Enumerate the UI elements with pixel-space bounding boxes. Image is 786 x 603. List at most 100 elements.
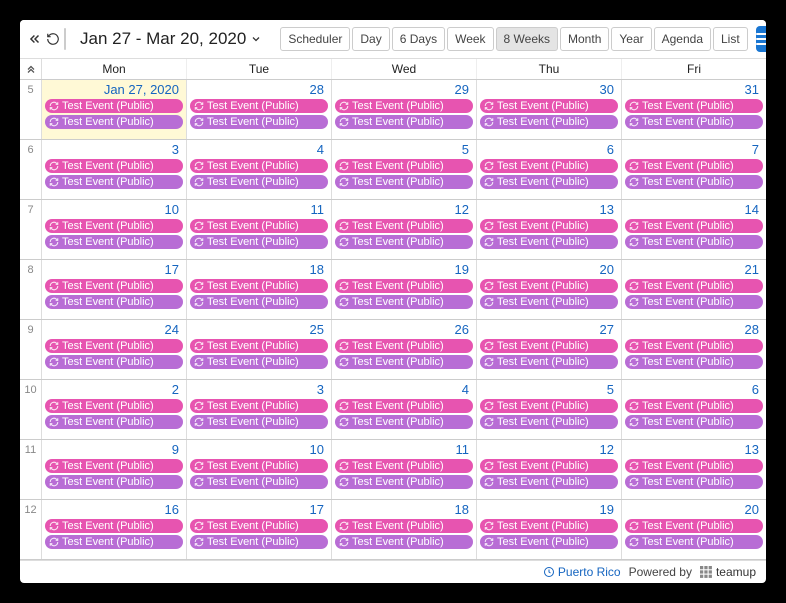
event-purple[interactable]: Test Event (Public) (625, 415, 763, 429)
event-pink[interactable]: Test Event (Public) (335, 99, 473, 113)
day-cell[interactable]: 18Test Event (Public)Test Event (Public) (332, 500, 477, 559)
event-pink[interactable]: Test Event (Public) (190, 459, 328, 473)
day-cell[interactable]: 5Test Event (Public)Test Event (Public) (332, 140, 477, 199)
view-tab-day[interactable]: Day (352, 27, 389, 51)
event-purple[interactable]: Test Event (Public) (335, 355, 473, 369)
day-cell[interactable]: 25Test Event (Public)Test Event (Public) (187, 320, 332, 379)
event-purple[interactable]: Test Event (Public) (190, 235, 328, 249)
event-pink[interactable]: Test Event (Public) (335, 279, 473, 293)
event-purple[interactable]: Test Event (Public) (625, 175, 763, 189)
day-cell[interactable]: 20Test Event (Public)Test Event (Public) (477, 260, 622, 319)
day-cell[interactable]: 9Test Event (Public)Test Event (Public) (42, 440, 187, 499)
event-purple[interactable]: Test Event (Public) (190, 295, 328, 309)
event-pink[interactable]: Test Event (Public) (190, 279, 328, 293)
day-cell[interactable]: 31Test Event (Public)Test Event (Public) (622, 80, 766, 139)
date-range-label[interactable]: Jan 27 - Mar 20, 2020 (70, 29, 272, 49)
day-cell[interactable]: 20Test Event (Public)Test Event (Public) (622, 500, 766, 559)
view-tab-week[interactable]: Week (447, 27, 493, 51)
event-pink[interactable]: Test Event (Public) (190, 219, 328, 233)
event-purple[interactable]: Test Event (Public) (625, 475, 763, 489)
prev-button[interactable] (65, 31, 66, 47)
event-pink[interactable]: Test Event (Public) (335, 159, 473, 173)
event-purple[interactable]: Test Event (Public) (335, 235, 473, 249)
day-cell[interactable]: 21Test Event (Public)Test Event (Public) (622, 260, 766, 319)
event-pink[interactable]: Test Event (Public) (480, 339, 618, 353)
event-purple[interactable]: Test Event (Public) (45, 535, 183, 549)
day-cell[interactable]: 29Test Event (Public)Test Event (Public) (332, 80, 477, 139)
day-cell[interactable]: 13Test Event (Public)Test Event (Public) (622, 440, 766, 499)
day-cell[interactable]: 19Test Event (Public)Test Event (Public) (477, 500, 622, 559)
day-cell[interactable]: Jan 27, 2020Test Event (Public)Test Even… (42, 80, 187, 139)
event-pink[interactable]: Test Event (Public) (480, 279, 618, 293)
event-purple[interactable]: Test Event (Public) (480, 295, 618, 309)
event-purple[interactable]: Test Event (Public) (625, 355, 763, 369)
event-purple[interactable]: Test Event (Public) (480, 235, 618, 249)
day-cell[interactable]: 17Test Event (Public)Test Event (Public) (42, 260, 187, 319)
event-purple[interactable]: Test Event (Public) (480, 535, 618, 549)
timezone-link[interactable]: Puerto Rico (543, 565, 621, 579)
event-purple[interactable]: Test Event (Public) (335, 535, 473, 549)
view-tab-list[interactable]: List (713, 27, 748, 51)
event-purple[interactable]: Test Event (Public) (480, 175, 618, 189)
menu-button[interactable] (756, 26, 766, 52)
day-cell[interactable]: 11Test Event (Public)Test Event (Public) (332, 440, 477, 499)
event-pink[interactable]: Test Event (Public) (45, 99, 183, 113)
brand-link[interactable]: teamup (700, 565, 756, 579)
day-cell[interactable]: 5Test Event (Public)Test Event (Public) (477, 380, 622, 439)
event-purple[interactable]: Test Event (Public) (190, 355, 328, 369)
day-cell[interactable]: 17Test Event (Public)Test Event (Public) (187, 500, 332, 559)
day-cell[interactable]: 10Test Event (Public)Test Event (Public) (42, 200, 187, 259)
day-cell[interactable]: 28Test Event (Public)Test Event (Public) (622, 320, 766, 379)
event-pink[interactable]: Test Event (Public) (480, 219, 618, 233)
event-purple[interactable]: Test Event (Public) (45, 235, 183, 249)
event-purple[interactable]: Test Event (Public) (480, 355, 618, 369)
event-pink[interactable]: Test Event (Public) (625, 99, 763, 113)
event-pink[interactable]: Test Event (Public) (625, 219, 763, 233)
event-purple[interactable]: Test Event (Public) (190, 115, 328, 129)
event-pink[interactable]: Test Event (Public) (480, 399, 618, 413)
day-cell[interactable]: 3Test Event (Public)Test Event (Public) (42, 140, 187, 199)
event-purple[interactable]: Test Event (Public) (45, 295, 183, 309)
day-cell[interactable]: 4Test Event (Public)Test Event (Public) (332, 380, 477, 439)
event-purple[interactable]: Test Event (Public) (625, 235, 763, 249)
day-cell[interactable]: 19Test Event (Public)Test Event (Public) (332, 260, 477, 319)
collapse-button[interactable] (28, 27, 42, 51)
day-cell[interactable]: 27Test Event (Public)Test Event (Public) (477, 320, 622, 379)
refresh-button[interactable] (46, 27, 60, 51)
event-purple[interactable]: Test Event (Public) (190, 175, 328, 189)
day-cell[interactable]: 18Test Event (Public)Test Event (Public) (187, 260, 332, 319)
event-purple[interactable]: Test Event (Public) (45, 115, 183, 129)
event-pink[interactable]: Test Event (Public) (335, 519, 473, 533)
day-cell[interactable]: 6Test Event (Public)Test Event (Public) (622, 380, 766, 439)
event-pink[interactable]: Test Event (Public) (480, 99, 618, 113)
event-pink[interactable]: Test Event (Public) (335, 339, 473, 353)
event-purple[interactable]: Test Event (Public) (480, 115, 618, 129)
event-purple[interactable]: Test Event (Public) (625, 535, 763, 549)
event-pink[interactable]: Test Event (Public) (625, 519, 763, 533)
event-pink[interactable]: Test Event (Public) (625, 279, 763, 293)
event-purple[interactable]: Test Event (Public) (190, 535, 328, 549)
event-pink[interactable]: Test Event (Public) (625, 159, 763, 173)
event-pink[interactable]: Test Event (Public) (45, 159, 183, 173)
event-pink[interactable]: Test Event (Public) (480, 159, 618, 173)
event-purple[interactable]: Test Event (Public) (625, 115, 763, 129)
event-pink[interactable]: Test Event (Public) (45, 399, 183, 413)
event-pink[interactable]: Test Event (Public) (45, 279, 183, 293)
event-purple[interactable]: Test Event (Public) (335, 475, 473, 489)
day-cell[interactable]: 13Test Event (Public)Test Event (Public) (477, 200, 622, 259)
view-tab-year[interactable]: Year (611, 27, 651, 51)
view-tab-month[interactable]: Month (560, 27, 609, 51)
day-cell[interactable]: 12Test Event (Public)Test Event (Public) (332, 200, 477, 259)
event-pink[interactable]: Test Event (Public) (190, 339, 328, 353)
event-purple[interactable]: Test Event (Public) (45, 415, 183, 429)
day-cell[interactable]: 24Test Event (Public)Test Event (Public) (42, 320, 187, 379)
day-cell[interactable]: 26Test Event (Public)Test Event (Public) (332, 320, 477, 379)
event-pink[interactable]: Test Event (Public) (625, 339, 763, 353)
day-cell[interactable]: 3Test Event (Public)Test Event (Public) (187, 380, 332, 439)
event-pink[interactable]: Test Event (Public) (335, 219, 473, 233)
day-cell[interactable]: 6Test Event (Public)Test Event (Public) (477, 140, 622, 199)
event-pink[interactable]: Test Event (Public) (45, 459, 183, 473)
day-cell[interactable]: 4Test Event (Public)Test Event (Public) (187, 140, 332, 199)
event-purple[interactable]: Test Event (Public) (45, 175, 183, 189)
event-purple[interactable]: Test Event (Public) (45, 355, 183, 369)
